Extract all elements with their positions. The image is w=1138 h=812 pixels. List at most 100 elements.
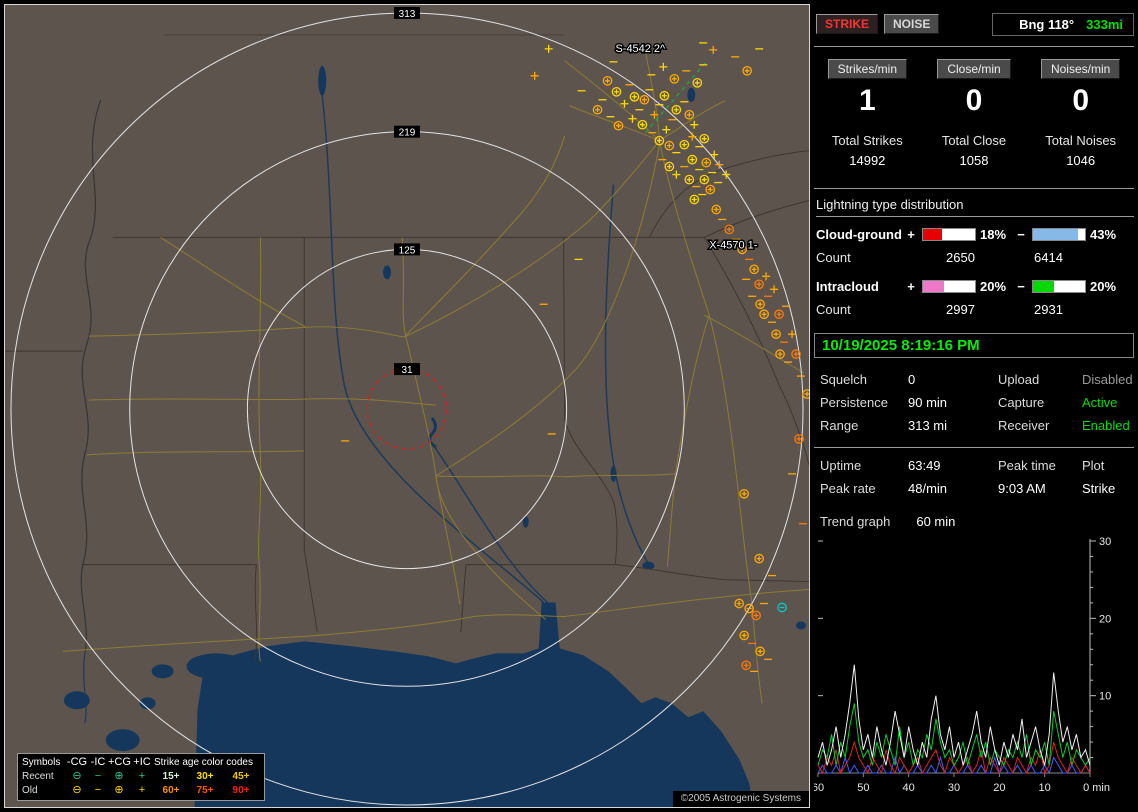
svg-text:10: 10 bbox=[1039, 782, 1051, 794]
uptime-label: Uptime bbox=[820, 458, 862, 473]
trend-graph: 10 20 30 60 50 40 30 20 10 0 min bbox=[814, 537, 1111, 794]
plus-sign: + bbox=[907, 279, 915, 294]
map-canvas: 313 219 125 31 S-4542 2^ X-4570 1- bbox=[5, 5, 809, 807]
total-noises-label: Total Noises bbox=[1045, 133, 1117, 148]
peak-time-label: Peak time bbox=[998, 458, 1056, 473]
total-noises-value: 1046 bbox=[1066, 153, 1096, 168]
ic-minus-count: 2931 bbox=[1034, 302, 1063, 317]
trend-graph-header: Trend graph 60 min bbox=[820, 514, 1134, 529]
cloud-ground-row: Cloud-ground + 18% − 43% bbox=[816, 227, 1134, 242]
close-per-min-value: 0 bbox=[965, 84, 983, 117]
legend-header-pos-ic: +IC bbox=[133, 756, 151, 768]
distribution-title: Lightning type distribution bbox=[816, 197, 1134, 217]
plot-value: Strike bbox=[1082, 481, 1116, 496]
cg-minus-pct: 43% bbox=[1090, 227, 1117, 242]
cloud-ground-count-row: Count 2650 6414 bbox=[816, 250, 1134, 265]
app-root: 313 219 125 31 S-4542 2^ X-4570 1- Symbols -… bbox=[0, 0, 1138, 812]
neg-cg-old-icon: ⊖ bbox=[72, 784, 82, 796]
pos-cg-recent-icon: ⊕ bbox=[114, 770, 124, 782]
cg-minus-bar-fill bbox=[1033, 229, 1078, 240]
age-75: 75+ bbox=[196, 785, 214, 796]
total-close-value: 1058 bbox=[959, 153, 989, 168]
intracloud-row: Intracloud + 20% − 20% bbox=[816, 279, 1134, 294]
capture-label: Capture bbox=[998, 395, 1045, 410]
total-strikes-label: Total Strikes bbox=[831, 133, 903, 148]
uptime-value: 63:49 bbox=[908, 458, 941, 473]
persistence-value: 90 min bbox=[908, 395, 948, 410]
svg-text:X-4570 1-: X-4570 1- bbox=[709, 239, 758, 251]
squelch-label: Squelch bbox=[820, 372, 867, 387]
intracloud-label: Intracloud bbox=[816, 279, 879, 294]
svg-text:50: 50 bbox=[857, 782, 869, 794]
ic-minus-pct: 20% bbox=[1090, 279, 1117, 294]
trend-window-value: 60 min bbox=[916, 514, 956, 529]
svg-text:40: 40 bbox=[903, 782, 915, 794]
legend-row-old-label: Old bbox=[22, 785, 38, 796]
copyright-text: ©2005 Astrogenic Systems bbox=[672, 791, 809, 807]
svg-text:31: 31 bbox=[401, 365, 413, 376]
cloud-ground-label: Cloud-ground bbox=[816, 227, 902, 242]
persistence-label: Persistence bbox=[820, 395, 888, 410]
strike-mode-button[interactable]: STRIKE bbox=[816, 14, 879, 34]
count-label: Count bbox=[816, 250, 851, 265]
cg-plus-bar-fill bbox=[923, 229, 942, 240]
bearing-panel: Bng 118° 333mi bbox=[992, 12, 1134, 36]
status-grid: Squelch 0 Upload Disabled Persistence 90… bbox=[820, 372, 1134, 433]
separator bbox=[814, 188, 1134, 189]
neg-ic-recent-icon: − bbox=[94, 770, 102, 782]
rate-buttons-row: Strikes/min Close/min Noises/min bbox=[814, 59, 1134, 79]
upload-label: Upload bbox=[998, 372, 1040, 387]
upload-value: Disabled bbox=[1082, 372, 1133, 387]
age-90: 90+ bbox=[232, 785, 250, 796]
svg-text:10: 10 bbox=[1099, 691, 1111, 703]
svg-text:20: 20 bbox=[993, 782, 1005, 794]
noises-per-min-button[interactable]: Noises/min bbox=[1040, 59, 1121, 79]
svg-text:S-4542 2^: S-4542 2^ bbox=[615, 43, 666, 55]
minus-sign: − bbox=[1017, 227, 1025, 242]
strikes-per-min-value: 1 bbox=[858, 84, 876, 117]
noise-mode-button[interactable]: NOISE bbox=[884, 14, 940, 34]
ic-plus-pct: 20% bbox=[980, 279, 1007, 294]
legend-header-symbols: Symbols bbox=[22, 757, 61, 768]
ic-minus-bar bbox=[1032, 280, 1086, 293]
close-per-min-button[interactable]: Close/min bbox=[937, 59, 1011, 79]
separator bbox=[814, 46, 1134, 47]
cg-plus-pct: 18% bbox=[980, 227, 1007, 242]
total-close-label: Total Close bbox=[941, 133, 1007, 148]
legend-header-neg-ic: -IC bbox=[90, 756, 106, 768]
ic-plus-count: 2997 bbox=[946, 302, 975, 317]
strikes-per-min-button[interactable]: Strikes/min bbox=[827, 59, 907, 79]
svg-text:125: 125 bbox=[399, 245, 416, 256]
neg-ic-old-icon: − bbox=[94, 784, 102, 796]
plus-sign: + bbox=[907, 227, 915, 242]
neg-cg-recent-icon: ⊖ bbox=[72, 770, 82, 782]
ic-minus-bar-fill bbox=[1033, 281, 1054, 292]
svg-text:60: 60 bbox=[814, 782, 824, 794]
age-15: 15+ bbox=[162, 771, 180, 782]
svg-text:30: 30 bbox=[1099, 537, 1111, 548]
squelch-value: 0 bbox=[908, 372, 916, 387]
cg-minus-bar bbox=[1032, 228, 1086, 241]
pos-cg-old-icon: ⊕ bbox=[114, 784, 124, 796]
bearing-range: 333mi bbox=[1086, 16, 1123, 32]
range-label: Range bbox=[820, 418, 859, 433]
receiver-label: Receiver bbox=[998, 418, 1050, 433]
age-30: 30+ bbox=[196, 771, 214, 782]
total-strikes-value: 14992 bbox=[849, 153, 886, 168]
count-label: Count bbox=[816, 302, 851, 317]
sidebar: STRIKE NOISE Bng 118° 333mi Strikes/min … bbox=[814, 4, 1134, 808]
age-60: 60+ bbox=[162, 785, 180, 796]
legend-header-pos-cg: +CG bbox=[108, 756, 131, 768]
mode-toolbar: STRIKE NOISE Bng 118° 333mi bbox=[816, 12, 1134, 36]
lightning-map[interactable]: 313 219 125 31 S-4542 2^ X-4570 1- Symbols -… bbox=[4, 4, 810, 808]
datetime-display: 10/19/2025 8:19:16 PM bbox=[814, 333, 1134, 358]
ic-plus-bar bbox=[922, 280, 976, 293]
intracloud-count-row: Count 2997 2931 bbox=[816, 302, 1134, 317]
legend-row-recent-label: Recent bbox=[22, 771, 54, 782]
legend-age-header: Strike age color codes bbox=[154, 757, 253, 768]
cg-plus-bar bbox=[922, 228, 976, 241]
peak-rate-label: Peak rate bbox=[820, 481, 876, 496]
peak-time-value: 9:03 AM bbox=[998, 481, 1046, 496]
cg-plus-count: 2650 bbox=[946, 250, 975, 265]
performance-grid: Uptime 63:49 Peak time Plot Peak rate 48… bbox=[820, 458, 1134, 496]
